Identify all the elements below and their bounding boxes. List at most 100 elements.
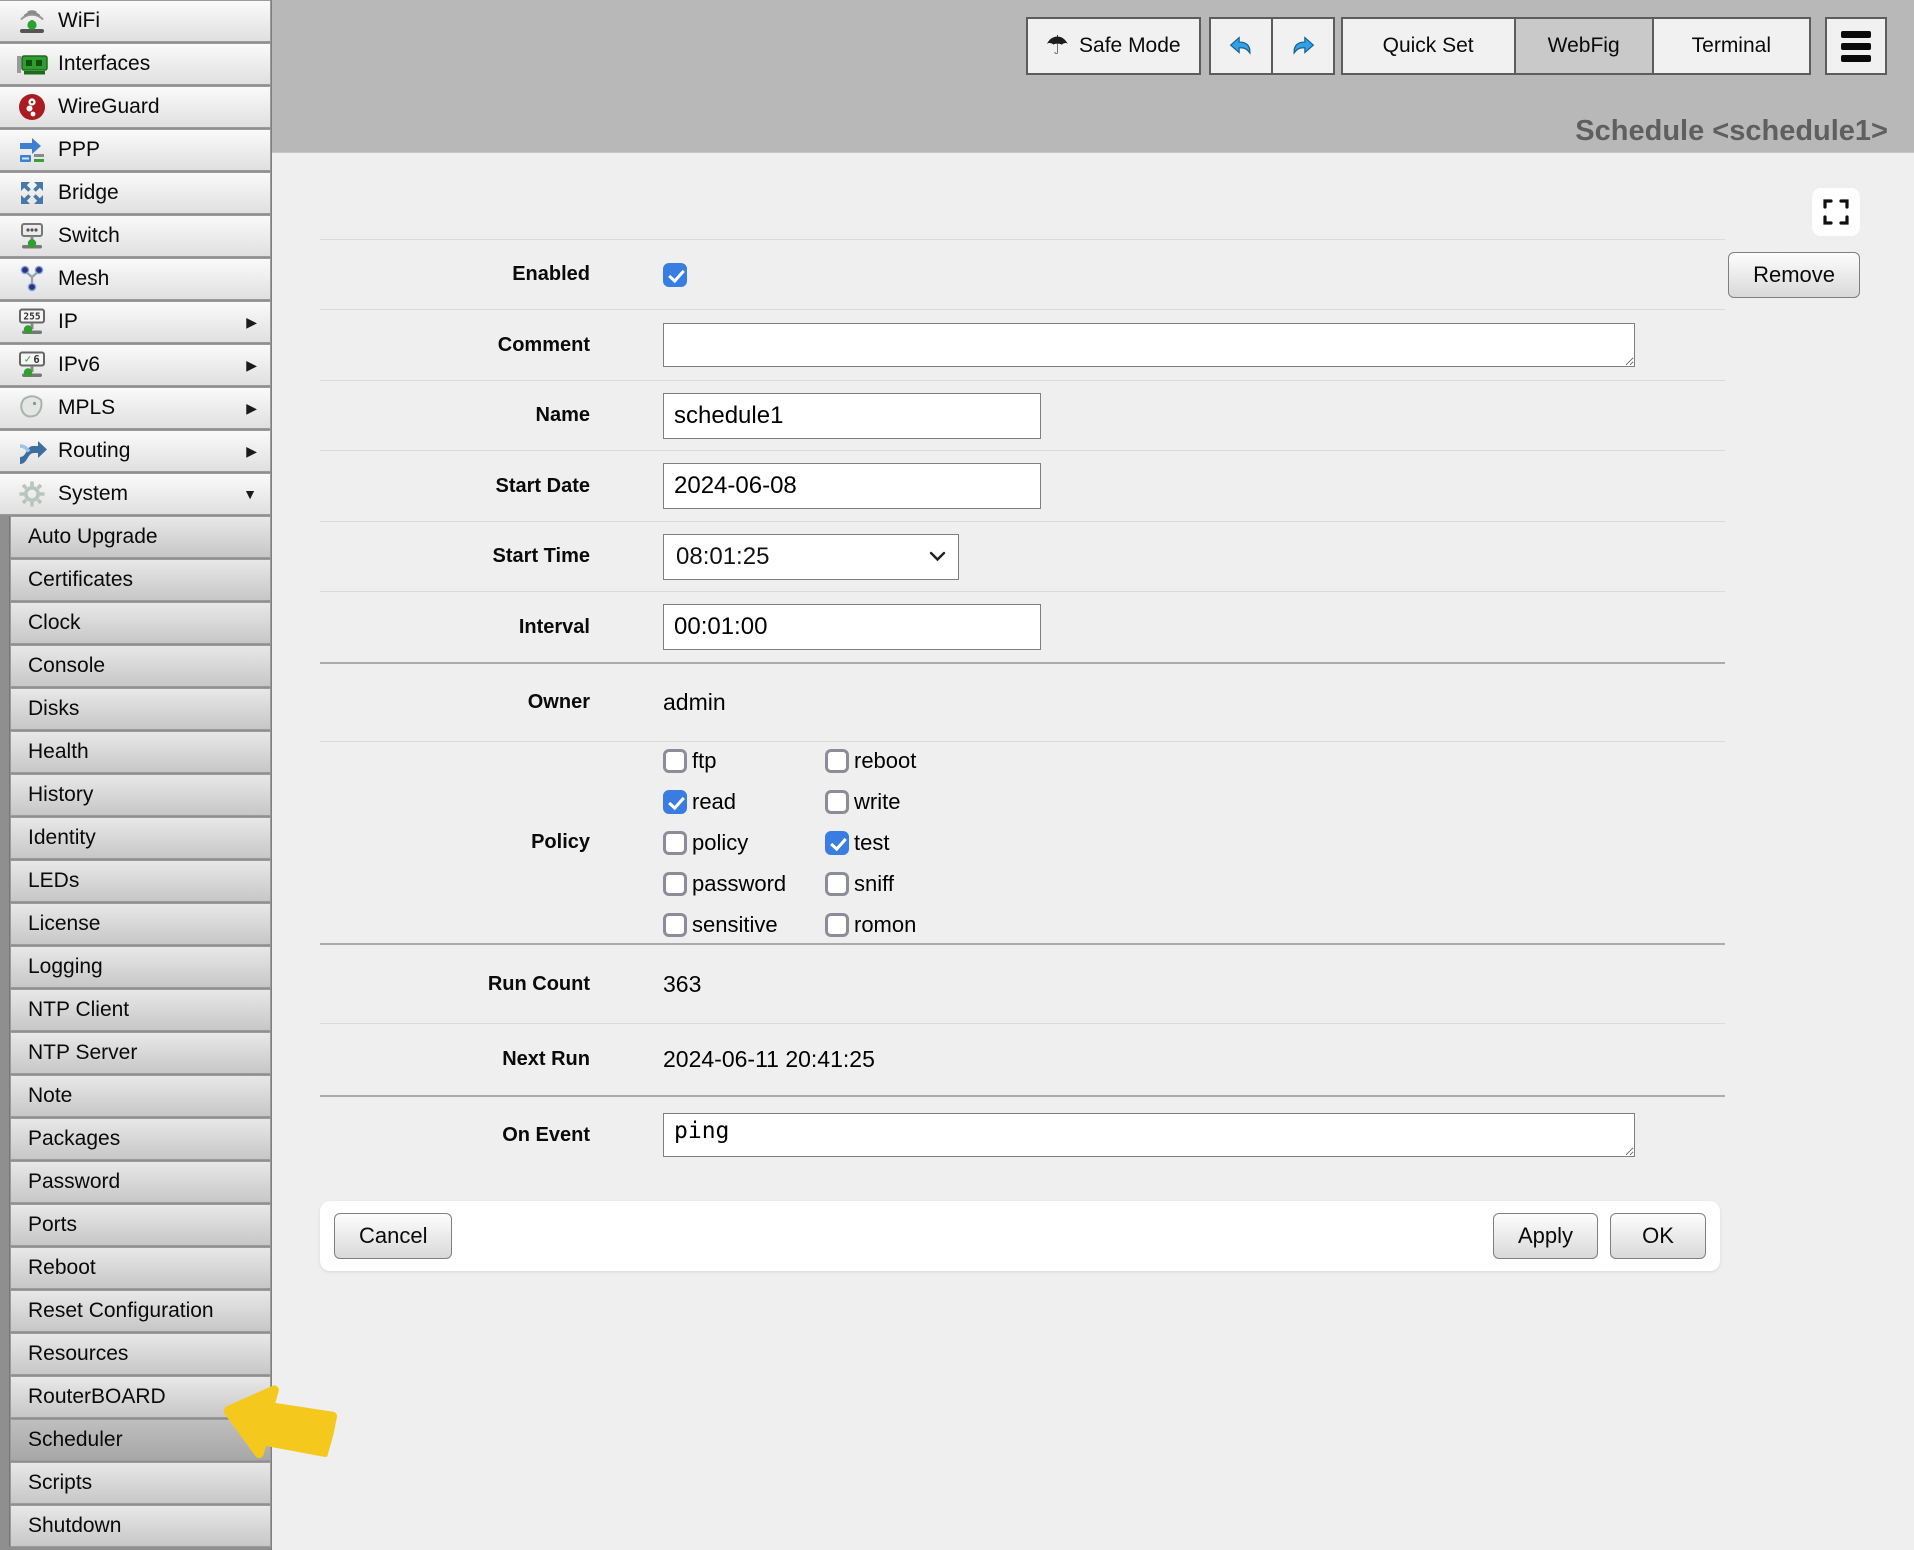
policy-checkbox-write[interactable]: [825, 790, 849, 814]
submenu-item-resources[interactable]: Resources: [10, 1333, 271, 1375]
submenu-item-certificates[interactable]: Certificates: [10, 559, 271, 601]
undo-button[interactable]: [1209, 17, 1273, 75]
start-time-label: Start Time: [320, 545, 590, 568]
on-event-input[interactable]: ping: [663, 1113, 1635, 1157]
toolbar: ☂ Safe Mode Quick Set WebFig Terminal: [1026, 17, 1887, 75]
tab-webfig[interactable]: WebFig: [1514, 17, 1654, 75]
submenu-item-license[interactable]: License: [10, 903, 271, 945]
routing-icon: [14, 435, 50, 467]
submenu-item-ports[interactable]: Ports: [10, 1204, 271, 1246]
policy-checkbox-test[interactable]: [825, 831, 849, 855]
policy-option-read[interactable]: read: [663, 789, 825, 815]
policy-checkbox-sensitive[interactable]: [663, 913, 687, 937]
hamburger-icon: [1841, 31, 1871, 38]
on-event-label: On Event: [320, 1124, 590, 1147]
run-count-row: Run Count 363: [320, 943, 1725, 1023]
submenu-item-leds[interactable]: LEDs: [10, 860, 271, 902]
remove-button[interactable]: Remove: [1728, 252, 1860, 298]
policy-option-write[interactable]: write: [825, 789, 1015, 815]
policy-row: Policy ftprebootreadwritepolicytestpassw…: [320, 741, 1725, 943]
comment-row: Comment: [320, 309, 1725, 380]
sidebar-item-interfaces[interactable]: Interfaces: [0, 43, 271, 85]
policy-option-password[interactable]: password: [663, 871, 825, 897]
policy-checkbox-sniff[interactable]: [825, 872, 849, 896]
sidebar-item-mesh[interactable]: Mesh: [0, 258, 271, 300]
enabled-checkbox[interactable]: [663, 263, 687, 287]
start-date-input[interactable]: [663, 463, 1041, 509]
submenu-item-console[interactable]: Console: [10, 645, 271, 687]
submenu-item-note[interactable]: Note: [10, 1075, 271, 1117]
sidebar-item-mpls[interactable]: MPLS▶: [0, 387, 271, 429]
submenu-item-scripts[interactable]: Scripts: [10, 1462, 271, 1504]
system-submenu: Auto UpgradeCertificatesClockConsoleDisk…: [9, 516, 271, 1547]
submenu-item-clock[interactable]: Clock: [10, 602, 271, 644]
policy-option-sensitive[interactable]: sensitive: [663, 912, 825, 938]
submenu-item-reset-configuration[interactable]: Reset Configuration: [10, 1290, 271, 1332]
sidebar-item-switch[interactable]: Switch: [0, 215, 271, 257]
submenu-item-scheduler[interactable]: Scheduler: [10, 1419, 271, 1461]
interfaces-icon: [14, 48, 50, 80]
start-time-select[interactable]: 08:01:25: [663, 534, 959, 580]
submenu-item-ntp-server[interactable]: NTP Server: [10, 1032, 271, 1074]
submenu-item-auto-upgrade[interactable]: Auto Upgrade: [10, 516, 271, 558]
sidebar-item-routing[interactable]: Routing▶: [0, 430, 271, 472]
tab-terminal[interactable]: Terminal: [1652, 17, 1811, 75]
submenu-item-shutdown[interactable]: Shutdown: [10, 1505, 271, 1547]
policy-checkbox-reboot[interactable]: [825, 749, 849, 773]
name-row: Name: [320, 380, 1725, 450]
policy-option-romon[interactable]: romon: [825, 912, 1015, 938]
policy-option-policy[interactable]: policy: [663, 830, 825, 856]
submenu-item-reboot[interactable]: Reboot: [10, 1247, 271, 1289]
undo-icon: [1226, 31, 1256, 61]
sidebar-item-wifi[interactable]: WiFi: [0, 0, 271, 42]
policy-checkbox-ftp[interactable]: [663, 749, 687, 773]
start-date-row: Start Date: [320, 450, 1725, 521]
ppp-icon: [14, 134, 50, 166]
fullscreen-icon: [1823, 199, 1849, 225]
policy-option-sniff[interactable]: sniff: [825, 871, 1015, 897]
policy-checkbox-read[interactable]: [663, 790, 687, 814]
name-input[interactable]: [663, 393, 1041, 439]
sidebar-item-bridge[interactable]: Bridge: [0, 172, 271, 214]
sidebar-item-ip[interactable]: 255IP▶: [0, 301, 271, 343]
comment-input[interactable]: [663, 323, 1635, 367]
interval-input[interactable]: [663, 604, 1041, 650]
fullscreen-button[interactable]: [1812, 188, 1860, 236]
policy-checkbox-password[interactable]: [663, 872, 687, 896]
apply-button[interactable]: Apply: [1493, 1213, 1598, 1259]
ip-icon: 255: [14, 306, 50, 338]
submenu-item-routerboard[interactable]: RouterBOARD: [10, 1376, 271, 1418]
policy-option-test[interactable]: test: [825, 830, 1015, 856]
policy-option-reboot[interactable]: reboot: [825, 748, 1015, 774]
policy-checkbox-policy[interactable]: [663, 831, 687, 855]
sidebar-menu: WiFiInterfacesWireGuardPPPBridgeSwitchMe…: [0, 0, 271, 515]
bridge-icon: [14, 177, 50, 209]
policy-checkbox-romon[interactable]: [825, 913, 849, 937]
owner-row: Owner admin: [320, 662, 1725, 741]
sidebar-item-ppp[interactable]: PPP: [0, 129, 271, 171]
submenu-item-identity[interactable]: Identity: [10, 817, 271, 859]
sidebar-item-ipv6[interactable]: ✓6IPv6▶: [0, 344, 271, 386]
submenu-item-packages[interactable]: Packages: [10, 1118, 271, 1160]
submenu-item-health[interactable]: Health: [10, 731, 271, 773]
run-count-value: 363: [663, 971, 701, 998]
chevron-down-icon: [929, 551, 946, 562]
submenu-item-ntp-client[interactable]: NTP Client: [10, 989, 271, 1031]
policy-option-ftp[interactable]: ftp: [663, 748, 825, 774]
chevron-right-icon: ▶: [246, 443, 257, 460]
cancel-button[interactable]: Cancel: [334, 1213, 452, 1259]
wireguard-icon: [14, 91, 50, 123]
tab-quick-set[interactable]: Quick Set: [1341, 17, 1516, 75]
submenu-item-password[interactable]: Password: [10, 1161, 271, 1203]
redo-button[interactable]: [1271, 17, 1335, 75]
umbrella-icon: ☂: [1046, 31, 1069, 61]
sidebar-item-wireguard[interactable]: WireGuard: [0, 86, 271, 128]
submenu-item-logging[interactable]: Logging: [10, 946, 271, 988]
submenu-item-disks[interactable]: Disks: [10, 688, 271, 730]
submenu-item-history[interactable]: History: [10, 774, 271, 816]
ok-button[interactable]: OK: [1610, 1213, 1706, 1259]
sidebar-item-system[interactable]: System▼: [0, 473, 271, 515]
safe-mode-button[interactable]: ☂ Safe Mode: [1026, 17, 1201, 75]
menu-button[interactable]: [1825, 17, 1887, 75]
mesh-icon: [14, 263, 50, 295]
